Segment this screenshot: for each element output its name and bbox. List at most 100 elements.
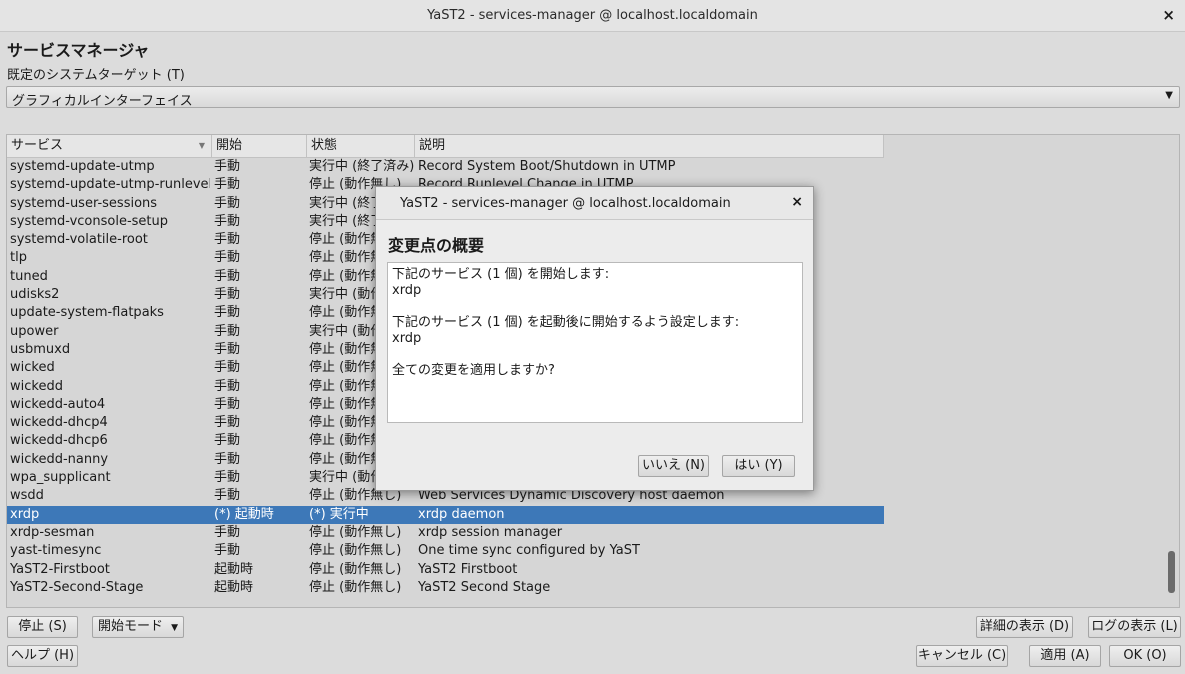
start-mode-cell: 手動	[214, 341, 241, 357]
start-mode-cell: 手動	[214, 213, 241, 229]
start-mode-cell: 手動	[214, 195, 241, 211]
start-mode-cell: 手動	[214, 250, 241, 266]
service-name-cell: xrdp-sesman	[10, 524, 95, 540]
close-icon[interactable]: ×	[1162, 6, 1175, 24]
dialog-titlebar: YaST2 - services-manager @ localhost.loc…	[376, 187, 813, 220]
start-mode-cell: 手動	[214, 524, 241, 540]
start-mode-cell: 手動	[214, 470, 241, 486]
start-mode-menu-button[interactable]: 開始モード ▼	[92, 616, 184, 638]
column-header-service[interactable]: サービス ▼	[7, 135, 212, 157]
service-name-cell: yast-timesync	[10, 543, 102, 559]
summary-question: 全ての変更を適用しますか?	[392, 363, 555, 378]
status-cell: 停止 (動作無し)	[309, 561, 402, 577]
service-name-cell: udisks2	[10, 287, 60, 303]
start-mode-cell: 手動	[214, 159, 241, 174]
table-row[interactable]: systemd-update-utmp 手動 実行中 (終了済み) Record Sy…	[7, 158, 1171, 176]
start-mode-cell: 手動	[214, 305, 241, 321]
service-name-cell: wickedd	[10, 378, 63, 394]
start-mode-cell: 手動	[214, 396, 241, 412]
service-name-cell: systemd-vconsole-setup	[10, 213, 169, 229]
start-mode-cell: 手動	[214, 378, 241, 394]
description-cell: Record System Boot/Shutdown in UTMP	[418, 159, 676, 174]
show-log-button[interactable]: ログの表示 (L)	[1088, 616, 1181, 638]
yes-button[interactable]: はい (Y)	[722, 455, 795, 477]
column-header-status[interactable]: 状態	[307, 135, 415, 157]
default-target-label: 既定のシステムターゲット (T)	[7, 68, 185, 83]
apply-button[interactable]: 適用 (A)	[1029, 645, 1101, 667]
service-name-cell: YaST2-Firstboot	[10, 561, 110, 577]
dialog-title: YaST2 - services-manager @ localhost.loc…	[400, 196, 731, 211]
service-name-cell: tlp	[10, 250, 27, 266]
service-name-cell: wsdd	[10, 488, 44, 504]
service-name-cell: wickedd-auto4	[10, 396, 106, 412]
start-mode-cell: 手動	[214, 433, 241, 449]
status-cell: 停止 (動作無し)	[309, 524, 402, 540]
ok-button[interactable]: OK (O)	[1109, 645, 1181, 667]
table-row[interactable]: xrdp (*) 起動時 (*) 実行中 xrdp daemon	[7, 505, 884, 524]
service-name-cell: tuned	[10, 268, 48, 284]
description-cell: YaST2 Firstboot	[418, 561, 518, 577]
description-cell: xrdp session manager	[418, 524, 563, 540]
service-name-cell: xrdp	[10, 506, 40, 522]
default-target-value: グラフィカルインターフェイス	[12, 94, 193, 109]
scrollbar-thumb[interactable]	[1168, 551, 1175, 593]
start-mode-cell: 手動	[214, 287, 241, 303]
vertical-scrollbar[interactable]	[1167, 135, 1176, 607]
column-header-start[interactable]: 開始	[212, 135, 307, 157]
sort-arrow-icon: ▼	[198, 141, 205, 150]
table-row[interactable]: YaST2-Second-Stage 起動時 停止 (動作無し) YaST2 Seco…	[7, 579, 1171, 597]
service-name-cell: wpa_supplicant	[10, 470, 111, 486]
start-mode-cell: (*) 起動時	[214, 506, 274, 522]
service-name-cell: YaST2-Second-Stage	[10, 579, 144, 595]
window-title: YaST2 - services-manager @ localhost.loc…	[427, 8, 758, 23]
start-mode-cell: 起動時	[214, 579, 254, 595]
changes-summary-text: 下記のサービス (1 個) を開始します: xrdp 下記のサービス (1 個)…	[387, 262, 803, 423]
summary-dialog: YaST2 - services-manager @ localhost.loc…	[375, 186, 814, 491]
service-name-cell: systemd-user-sessions	[10, 195, 158, 211]
service-name-cell: wickedd-dhcp6	[10, 433, 108, 449]
summary-line: 下記のサービス (1 個) を開始します:	[392, 267, 610, 282]
start-mode-cell: 手動	[214, 543, 241, 559]
start-mode-cell: 手動	[214, 268, 241, 284]
start-mode-cell: 手動	[214, 488, 241, 504]
table-row[interactable]: YaST2-Firstboot 起動時 停止 (動作無し) YaST2 Firstbo…	[7, 561, 1171, 579]
summary-line: 下記のサービス (1 個) を起動後に開始するよう設定します:	[392, 315, 740, 330]
start-mode-cell: 手動	[214, 232, 241, 248]
status-cell: 停止 (動作無し)	[309, 579, 402, 595]
dialog-heading: 変更点の概要	[388, 236, 485, 255]
show-details-button[interactable]: 詳細の表示 (D)	[976, 616, 1073, 638]
service-name-cell: wicked	[10, 360, 55, 376]
service-name-cell: update-system-flatpaks	[10, 305, 164, 321]
chevron-down-icon: ▼	[171, 623, 179, 633]
service-name-cell: systemd-update-utmp	[10, 159, 155, 174]
summary-line: xrdp	[392, 331, 422, 346]
description-cell: YaST2 Second Stage	[418, 579, 551, 595]
start-mode-cell: 手動	[214, 177, 241, 193]
status-cell: 停止 (動作無し)	[309, 543, 402, 559]
no-button[interactable]: いいえ (N)	[638, 455, 709, 477]
start-mode-cell: 手動	[214, 360, 241, 376]
default-target-select[interactable]: グラフィカルインターフェイス ▼	[6, 86, 1180, 109]
status-cell: (*) 実行中	[309, 506, 369, 522]
page-title: サービスマネージャ	[7, 41, 150, 60]
close-icon[interactable]: ×	[791, 194, 803, 210]
description-cell: One time sync configured by YaST	[418, 543, 640, 559]
status-cell: 実行中 (終了済み)	[309, 159, 414, 174]
window-titlebar: YaST2 - services-manager @ localhost.loc…	[0, 0, 1185, 32]
help-button[interactable]: ヘルプ (H)	[7, 645, 78, 667]
table-header: サービス ▼ 開始 状態 説明	[7, 135, 884, 158]
service-name-cell: systemd-update-utmp-runlevel	[10, 177, 210, 193]
service-name-cell: upower	[10, 323, 59, 339]
chevron-down-icon: ▼	[1165, 90, 1173, 101]
column-header-description[interactable]: 説明	[415, 135, 884, 157]
start-mode-cell: 起動時	[214, 561, 254, 577]
stop-button[interactable]: 停止 (S)	[7, 616, 78, 638]
cancel-button[interactable]: キャンセル (C)	[916, 645, 1008, 667]
table-row[interactable]: yast-timesync 手動 停止 (動作無し) One time sync co…	[7, 542, 1171, 560]
table-row[interactable]: xrdp-sesman 手動 停止 (動作無し) xrdp session manag…	[7, 524, 1171, 542]
start-mode-cell: 手動	[214, 415, 241, 431]
service-name-cell: wickedd-nanny	[10, 451, 109, 467]
summary-line: xrdp	[392, 283, 422, 298]
service-name-cell: usbmuxd	[10, 341, 71, 357]
start-mode-cell: 手動	[214, 323, 241, 339]
